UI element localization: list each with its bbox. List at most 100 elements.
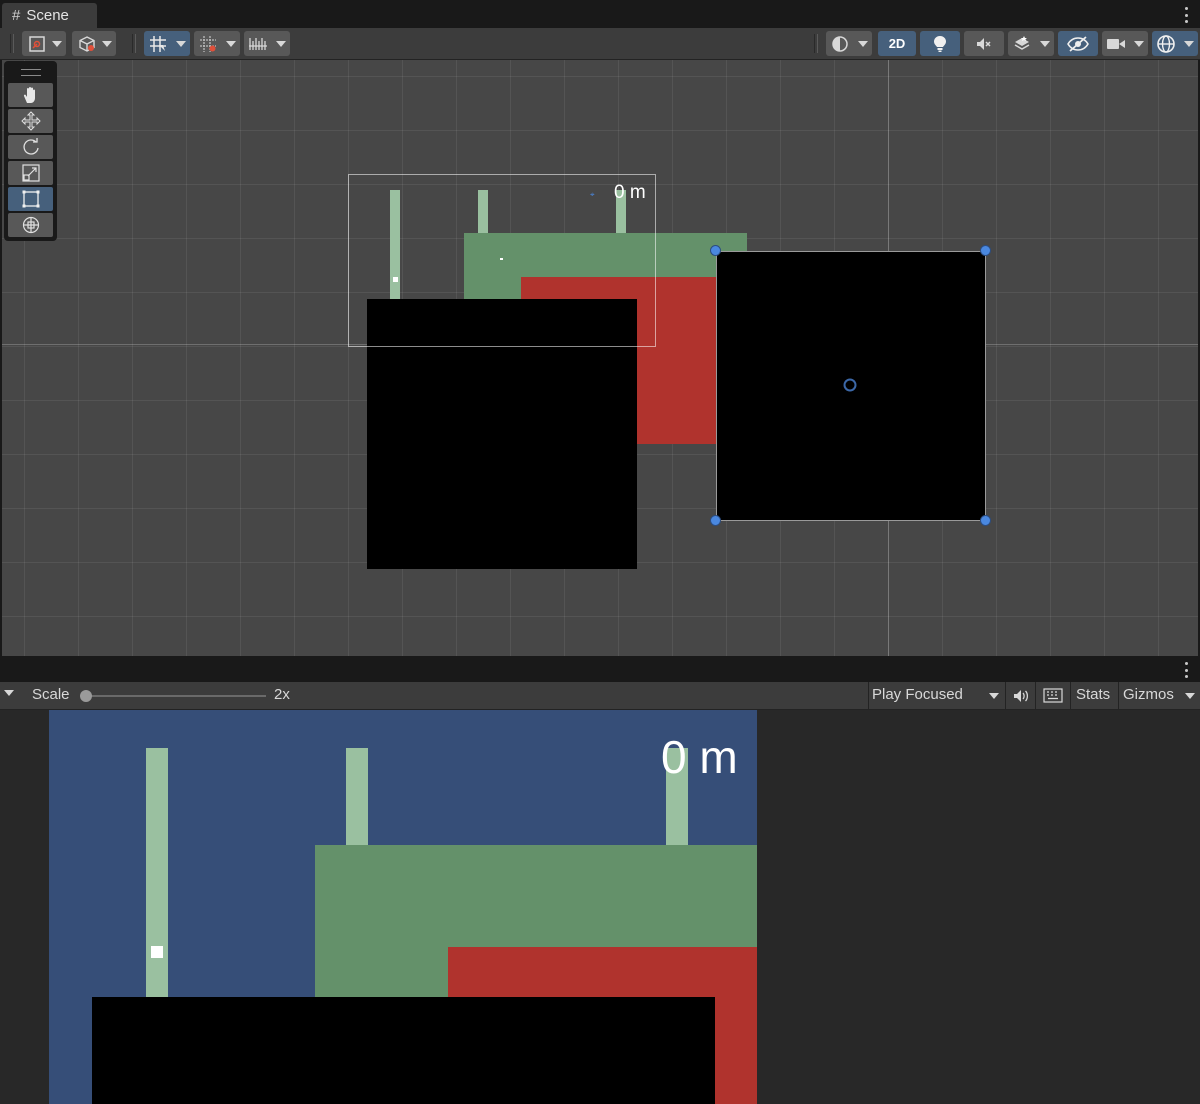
scale-slider-thumb[interactable] bbox=[80, 690, 92, 702]
increment-snapping-dropdown[interactable] bbox=[272, 31, 290, 56]
shading-mode-icon bbox=[832, 35, 848, 52]
scene-tab-bar: # Scene bbox=[0, 0, 1200, 28]
gizmos-toggle-button[interactable] bbox=[1152, 31, 1180, 56]
move-arrows-icon bbox=[20, 111, 41, 131]
chevron-down-icon bbox=[52, 40, 62, 47]
globe-gizmo-icon bbox=[1157, 34, 1175, 53]
grid-icon bbox=[200, 35, 216, 52]
distance-text: 0 m bbox=[614, 182, 646, 203]
scene-more-options-icon[interactable] bbox=[1184, 7, 1188, 23]
grid-visibility-dropdown[interactable] bbox=[222, 31, 240, 56]
cursor-mark bbox=[500, 258, 503, 260]
chevron-down-icon bbox=[102, 40, 112, 47]
rotate-icon bbox=[23, 138, 39, 155]
toolbar-grip bbox=[814, 34, 818, 53]
scale-slider-track bbox=[84, 695, 266, 697]
game-more-options-icon[interactable] bbox=[1184, 662, 1188, 678]
chevron-down-icon bbox=[1134, 40, 1144, 47]
black-block-sprite bbox=[92, 997, 715, 1104]
grid-snapping-button[interactable] bbox=[144, 31, 172, 56]
play-mode-dropdown[interactable]: Play Focused bbox=[869, 682, 1005, 709]
chevron-down-icon bbox=[1040, 40, 1050, 47]
shortcuts-button[interactable] bbox=[1043, 688, 1063, 707]
game-camera-render: 0 m bbox=[49, 710, 757, 1104]
keyboard-icon bbox=[1043, 688, 1063, 703]
transform-tool-button[interactable] bbox=[8, 213, 53, 237]
rect-tool-button[interactable] bbox=[8, 187, 53, 211]
rect-handle-bottom-left[interactable] bbox=[710, 515, 721, 526]
move-tool-button[interactable] bbox=[8, 109, 53, 133]
grid-snapping-dropdown[interactable] bbox=[172, 31, 190, 56]
draw-mode-dropdown[interactable] bbox=[854, 31, 872, 56]
rect-transform-icon bbox=[22, 190, 39, 208]
hand-tool-button[interactable] bbox=[8, 83, 53, 107]
2d-mode-button[interactable]: 2D bbox=[878, 31, 916, 56]
toolbar-separator bbox=[1118, 682, 1119, 709]
scale-icon bbox=[21, 164, 40, 182]
pillar-sprite bbox=[146, 748, 168, 998]
gizmos-dropdown[interactable] bbox=[1180, 31, 1198, 56]
cube-icon bbox=[79, 35, 95, 52]
scale-tool-button[interactable] bbox=[8, 161, 53, 185]
gizmos-button[interactable]: Gizmos bbox=[1123, 686, 1174, 703]
player-sprite bbox=[151, 946, 163, 958]
chevron-down-icon bbox=[4, 690, 14, 696]
gizmos-dropdown-icon[interactable] bbox=[1185, 693, 1195, 699]
lightbulb-icon bbox=[934, 35, 946, 52]
game-toolbar: Scale 2x Play Focused Stats Gizmos bbox=[0, 682, 1200, 710]
draw-mode-button[interactable] bbox=[826, 31, 854, 56]
stats-button[interactable]: Stats bbox=[1076, 686, 1110, 703]
layers-effects-icon bbox=[1014, 35, 1030, 50]
effects-dropdown[interactable] bbox=[1036, 31, 1054, 56]
game-tab-bar bbox=[0, 658, 1200, 682]
scene-camera-dropdown[interactable] bbox=[1130, 31, 1148, 56]
scene-toolbar: 2D bbox=[0, 28, 1200, 60]
scene-visibility-button[interactable] bbox=[1058, 31, 1098, 56]
chevron-down-icon bbox=[989, 693, 999, 699]
overlay-drag-handle[interactable] bbox=[21, 69, 41, 76]
chevron-down-icon bbox=[1184, 40, 1194, 47]
rect-handle-top-right[interactable] bbox=[980, 245, 991, 256]
scale-value: 2x bbox=[274, 686, 290, 703]
speaker-icon bbox=[1014, 690, 1029, 702]
scale-label: Scale bbox=[32, 686, 70, 703]
rect-handle-bottom-right[interactable] bbox=[980, 515, 991, 526]
ruler-icon bbox=[249, 37, 267, 50]
audio-toggle-button[interactable] bbox=[964, 31, 1004, 56]
rect-handle-top-left[interactable] bbox=[710, 245, 721, 256]
scene-camera-button[interactable] bbox=[1102, 31, 1130, 56]
chevron-down-icon bbox=[276, 40, 286, 47]
grid-visibility-button[interactable] bbox=[194, 31, 222, 56]
scene-tab-label: Scene bbox=[26, 7, 69, 24]
distance-text: 0 m bbox=[661, 731, 738, 783]
scene-tab[interactable]: # Scene bbox=[2, 3, 97, 28]
toolbar-separator bbox=[1005, 682, 1006, 709]
effects-button[interactable] bbox=[1008, 31, 1036, 56]
toolbar-separator bbox=[1035, 682, 1036, 709]
scene-hash-icon: # bbox=[12, 7, 21, 24]
pillar-sprite bbox=[346, 748, 368, 848]
toolbar-grip bbox=[10, 34, 14, 53]
scene-window: # Scene 2D ⌖ 0 m bbox=[0, 0, 1200, 658]
transform-icon bbox=[22, 216, 39, 234]
lighting-toggle-button[interactable] bbox=[920, 31, 960, 56]
increment-snapping-button[interactable] bbox=[244, 31, 272, 56]
toolbar-separator bbox=[1070, 682, 1071, 709]
pivot-icon bbox=[29, 35, 45, 52]
eye-crossed-icon bbox=[1067, 35, 1089, 52]
scene-viewport[interactable]: ⌖ 0 m bbox=[2, 60, 1198, 656]
camera-gizmo-icon: ⌖ bbox=[590, 190, 595, 199]
play-mode-label: Play Focused bbox=[872, 686, 963, 703]
rotate-tool-button[interactable] bbox=[8, 135, 53, 159]
tool-handle-position-dropdown[interactable] bbox=[48, 31, 66, 56]
toolbar-grip bbox=[132, 34, 136, 53]
display-dropdown[interactable] bbox=[4, 690, 14, 696]
camera-icon bbox=[1107, 38, 1125, 49]
pivot-circle-icon[interactable] bbox=[843, 378, 857, 392]
scale-slider[interactable] bbox=[80, 688, 268, 704]
chevron-down-icon bbox=[226, 40, 236, 47]
audio-muted-icon bbox=[977, 37, 991, 50]
mute-audio-button[interactable] bbox=[1011, 687, 1031, 709]
game-viewport[interactable]: 0 m bbox=[0, 710, 1200, 1104]
tool-handle-rotation-dropdown[interactable] bbox=[98, 31, 116, 56]
